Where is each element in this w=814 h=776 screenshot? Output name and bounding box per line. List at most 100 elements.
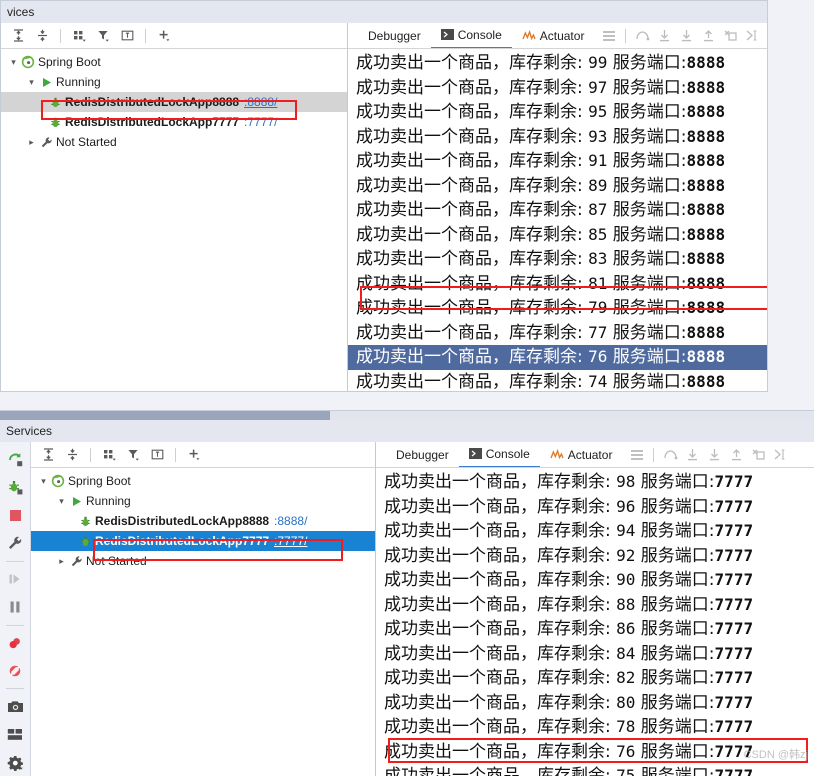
tree-node-spring-boot[interactable]: ▾ Spring Boot <box>31 471 375 491</box>
tree-item-app-8888[interactable]: RedisDistributedLockApp8888 :8888/ <box>31 511 375 531</box>
tree-node-not-started[interactable]: ▸ Not Started <box>1 132 347 152</box>
console-line[interactable]: 成功卖出一个商品，库存剩余: 85 服务端口:8888 <box>348 223 767 248</box>
tree-port-link-8888[interactable]: :8888/ <box>244 95 277 109</box>
console-line[interactable]: 成功卖出一个商品，库存剩余: 78 服务端口:7777 <box>376 715 814 740</box>
console-line-message: 成功卖出一个商品，库存剩余: <box>384 692 617 713</box>
tree-port-link-7777[interactable]: :7777/ <box>244 115 277 129</box>
expand-all-icon[interactable] <box>37 445 59 465</box>
mute-breakpoints-icon[interactable] <box>2 657 28 684</box>
console-line[interactable]: 成功卖出一个商品，库存剩余: 99 服务端口:8888 <box>348 51 767 76</box>
step-over-icon[interactable] <box>659 445 681 465</box>
top-console-output[interactable]: 成功卖出一个商品，库存剩余: 99 服务端口:8888 成功卖出一个商品，库存剩余… <box>348 49 767 391</box>
tree-node-running[interactable]: ▾ Running <box>31 491 375 511</box>
console-line[interactable]: 成功卖出一个商品，库存剩余: 91 服务端口:8888 <box>348 149 767 174</box>
camera-snapshot-icon[interactable] <box>2 693 28 720</box>
chevron-right-icon[interactable]: ▸ <box>25 137 38 148</box>
console-line[interactable]: 成功卖出一个商品，库存剩余: 92 服务端口:7777 <box>376 544 814 569</box>
rerun-icon[interactable] <box>2 446 28 473</box>
tab-debugger[interactable]: Debugger <box>386 443 459 467</box>
console-line[interactable]: 成功卖出一个商品，库存剩余: 86 服务端口:7777 <box>376 617 814 642</box>
chevron-right-icon[interactable]: ▸ <box>55 556 68 567</box>
tree-item-app-7777[interactable]: RedisDistributedLockApp7777 :7777/ <box>1 112 347 132</box>
console-line[interactable]: 成功卖出一个商品，库存剩余: 77 服务端口:8888 <box>348 321 767 346</box>
run-to-cursor-icon[interactable] <box>769 445 791 465</box>
tree-port-link-8888[interactable]: :8888/ <box>274 514 307 528</box>
console-line[interactable]: 成功卖出一个商品，库存剩余: 95 服务端口:8888 <box>348 100 767 125</box>
force-step-into-icon[interactable] <box>703 445 725 465</box>
bottom-panel-horizontal-scrollbar[interactable] <box>0 411 814 420</box>
console-line[interactable]: 成功卖出一个商品，库存剩余: 79 服务端口:8888 <box>348 296 767 321</box>
drop-frame-icon[interactable] <box>747 445 769 465</box>
console-line[interactable]: 成功卖出一个商品，库存剩余: 89 服务端口:8888 <box>348 174 767 199</box>
chevron-down-icon[interactable]: ▾ <box>7 57 20 68</box>
group-by-icon[interactable] <box>98 445 120 465</box>
settings-gear-icon[interactable] <box>2 749 28 776</box>
stop-icon[interactable] <box>2 502 28 529</box>
step-out-icon[interactable] <box>725 445 747 465</box>
step-out-icon[interactable] <box>697 26 719 46</box>
filter-icon[interactable] <box>122 445 144 465</box>
tab-actuator[interactable]: Actuator <box>512 24 595 48</box>
tree-node-not-started[interactable]: ▸ Not Started <box>31 551 375 571</box>
console-line[interactable]: 成功卖出一个商品，库存剩余: 75 服务端口:7777 <box>376 764 814 776</box>
top-services-tree[interactable]: ▾ Spring Boot ▾ Running RedisDistributed… <box>1 49 347 391</box>
hamburger-menu-icon[interactable] <box>598 26 620 46</box>
tab-actuator[interactable]: Actuator <box>540 443 623 467</box>
add-service-icon[interactable] <box>183 445 205 465</box>
chevron-down-icon[interactable]: ▾ <box>37 476 50 487</box>
debug-icon[interactable] <box>2 474 28 501</box>
tree-node-spring-boot[interactable]: ▾ Spring Boot <box>1 52 347 72</box>
console-line[interactable]: 成功卖出一个商品，库存剩余: 83 服务端口:8888 <box>348 247 767 272</box>
step-into-icon[interactable] <box>653 26 675 46</box>
scrollbar-thumb[interactable] <box>0 411 330 420</box>
console-line[interactable]: 成功卖出一个商品，库存剩余: 93 服务端口:8888 <box>348 125 767 150</box>
collapse-all-icon[interactable] <box>31 26 53 46</box>
console-line[interactable]: 成功卖出一个商品，库存剩余: 87 服务端口:8888 <box>348 198 767 223</box>
hamburger-menu-icon[interactable] <box>626 445 648 465</box>
step-into-icon[interactable] <box>681 445 703 465</box>
console-line[interactable]: 成功卖出一个商品，库存剩余: 80 服务端口:7777 <box>376 691 814 716</box>
tab-debugger[interactable]: Debugger <box>358 24 431 48</box>
group-by-icon[interactable] <box>68 26 90 46</box>
console-line-message: 成功卖出一个商品，库存剩余: <box>356 151 589 171</box>
tree-item-app-7777[interactable]: RedisDistributedLockApp7777 :7777/ <box>31 531 375 551</box>
filter-icon[interactable] <box>92 26 114 46</box>
console-line[interactable]: 成功卖出一个商品，库存剩余: 96 服务端口:7777 <box>376 495 814 520</box>
chevron-down-icon[interactable]: ▾ <box>55 496 68 507</box>
run-to-cursor-icon[interactable] <box>741 26 763 46</box>
console-line[interactable]: 成功卖出一个商品，库存剩余: 76 服务端口:7777 <box>376 740 814 765</box>
wrench-icon <box>38 136 54 149</box>
collapse-all-icon[interactable] <box>61 445 83 465</box>
show-in-new-tab-icon[interactable] <box>116 26 138 46</box>
view-breakpoints-icon[interactable] <box>2 629 28 656</box>
bottom-services-tree[interactable]: ▾ Spring Boot ▾ Running RedisDistributed… <box>31 468 375 776</box>
resume-program-icon[interactable] <box>2 566 28 593</box>
pause-program-icon[interactable] <box>2 594 28 621</box>
add-service-icon[interactable] <box>153 26 175 46</box>
tab-console[interactable]: Console <box>430 23 512 48</box>
console-line[interactable]: 成功卖出一个商品，库存剩余: 74 服务端口:8888 <box>348 370 767 392</box>
console-line[interactable]: 成功卖出一个商品，库存剩余: 88 服务端口:7777 <box>376 593 814 618</box>
console-line[interactable]: 成功卖出一个商品，库存剩余: 82 服务端口:7777 <box>376 666 814 691</box>
force-step-into-icon[interactable] <box>675 26 697 46</box>
console-line[interactable]: 成功卖出一个商品，库存剩余: 90 服务端口:7777 <box>376 568 814 593</box>
tree-port-link-7777[interactable]: :7777/ <box>274 534 307 548</box>
console-line[interactable]: 成功卖出一个商品，库存剩余: 84 服务端口:7777 <box>376 642 814 667</box>
tree-item-app-8888[interactable]: RedisDistributedLockApp8888 :8888/ <box>1 92 347 112</box>
expand-all-icon[interactable] <box>7 26 29 46</box>
tab-console[interactable]: Console <box>458 442 540 467</box>
console-line[interactable]: 成功卖出一个商品，库存剩余: 94 服务端口:7777 <box>376 519 814 544</box>
show-in-new-tab-icon[interactable] <box>146 445 168 465</box>
console-line[interactable]: 成功卖出一个商品，库存剩余: 76 服务端口:8888 <box>348 345 767 370</box>
chevron-down-icon[interactable]: ▾ <box>25 77 38 88</box>
console-line[interactable]: 成功卖出一个商品，库存剩余: 97 服务端口:8888 <box>348 76 767 101</box>
drop-frame-icon[interactable] <box>719 26 741 46</box>
settings-wrench-icon[interactable] <box>2 530 28 557</box>
layout-settings-icon[interactable] <box>2 721 28 748</box>
step-over-icon[interactable] <box>631 26 653 46</box>
console-line-port-label: 服务端口: <box>607 298 687 318</box>
console-line[interactable]: 成功卖出一个商品，库存剩余: 98 服务端口:7777 <box>376 470 814 495</box>
bottom-console-output[interactable]: 成功卖出一个商品，库存剩余: 98 服务端口:7777 成功卖出一个商品，库存剩余… <box>376 468 814 776</box>
tree-node-running[interactable]: ▾ Running <box>1 72 347 92</box>
console-line[interactable]: 成功卖出一个商品，库存剩余: 81 服务端口:8888 <box>348 272 767 297</box>
